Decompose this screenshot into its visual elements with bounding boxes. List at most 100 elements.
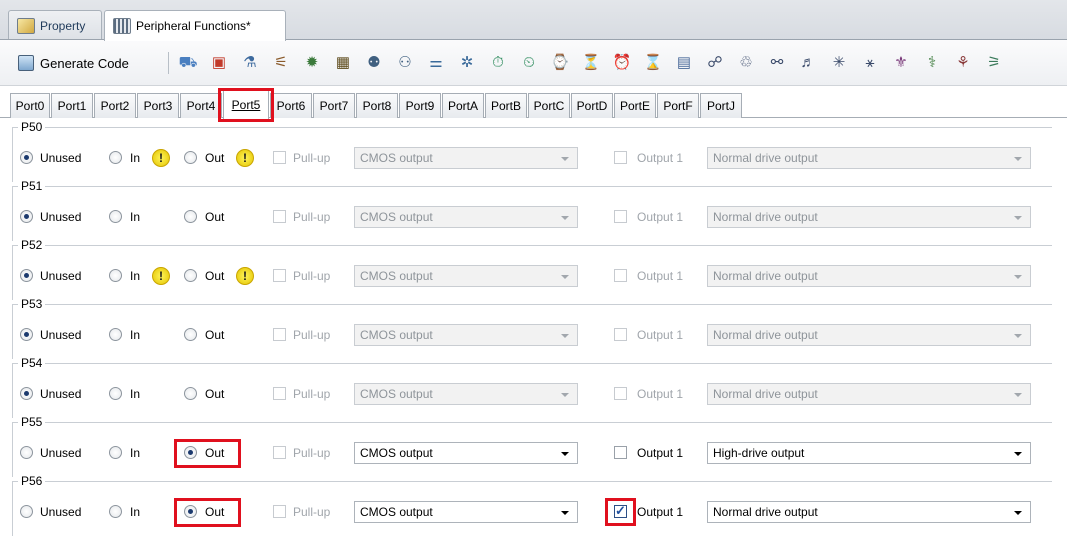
dsp-icon[interactable]: ⚞ — [984, 52, 1004, 72]
radio-in[interactable] — [109, 328, 122, 341]
timer-b-icon[interactable]: ⏲ — [519, 52, 539, 72]
radio-out[interactable] — [184, 505, 197, 518]
rtc-icon[interactable]: ▤ — [674, 52, 694, 72]
tab-port6[interactable]: Port6 — [270, 93, 312, 118]
tab-port1[interactable]: Port1 — [51, 93, 93, 118]
radio-in-label: In — [130, 269, 141, 283]
radio-in[interactable] — [109, 387, 122, 400]
output-type-select[interactable]: CMOS output — [354, 147, 578, 169]
port-icon[interactable]: ⚉ — [364, 52, 384, 72]
tab-port7[interactable]: Port7 — [313, 93, 355, 118]
timer-icon[interactable]: ⏱ — [488, 52, 508, 72]
output1-checkbox[interactable] — [614, 151, 627, 164]
pullup-checkbox[interactable] — [273, 269, 286, 282]
output1-checkbox[interactable] — [614, 446, 627, 459]
spi-icon[interactable]: ✳ — [829, 52, 849, 72]
radio-unused[interactable] — [20, 210, 33, 223]
pullup-checkbox[interactable] — [273, 387, 286, 400]
radio-unused[interactable] — [20, 328, 33, 341]
radio-unused[interactable] — [20, 269, 33, 282]
crc-icon[interactable]: ⚘ — [953, 52, 973, 72]
radio-unused[interactable] — [20, 505, 33, 518]
output1-checkbox[interactable] — [614, 328, 627, 341]
interrupt-icon[interactable]: ⚟ — [271, 52, 291, 72]
cgc-icon[interactable]: ⛟ — [178, 52, 198, 72]
timer-d-icon[interactable]: ⏳ — [581, 52, 601, 72]
tab-port2[interactable]: Port2 — [94, 93, 136, 118]
output-type-select[interactable]: CMOS output — [354, 501, 578, 523]
tab-port9[interactable]: Port9 — [399, 93, 441, 118]
timer-e-icon[interactable]: ⏰ — [612, 52, 632, 72]
output-type-select[interactable]: CMOS output — [354, 206, 578, 228]
output-type-select[interactable]: CMOS output — [354, 265, 578, 287]
io-icon[interactable]: ⚌ — [426, 52, 446, 72]
output1-checkbox[interactable] — [614, 387, 627, 400]
radio-out[interactable] — [184, 151, 197, 164]
radio-out[interactable] — [184, 446, 197, 459]
pullup-checkbox[interactable] — [273, 151, 286, 164]
i2c-b-icon[interactable]: ⚹ — [860, 52, 880, 72]
output-type-value: CMOS output — [360, 210, 433, 224]
tab-peripheral-functions[interactable]: Peripheral Functions* — [104, 10, 286, 41]
output-type-select[interactable]: CMOS output — [354, 324, 578, 346]
tab-porta[interactable]: PortA — [442, 93, 484, 118]
radio-unused[interactable] — [20, 151, 33, 164]
drive-select[interactable]: Normal drive output — [707, 147, 1031, 169]
drive-select[interactable]: Normal drive output — [707, 501, 1031, 523]
voltage-detect-icon[interactable]: ▣ — [209, 52, 229, 72]
dac-icon[interactable]: ⚕ — [922, 52, 942, 72]
port-b-icon[interactable]: ⚇ — [395, 52, 415, 72]
generate-code-button[interactable]: Generate Code — [18, 52, 129, 74]
tab-property[interactable]: Property — [8, 10, 102, 40]
radio-out[interactable] — [184, 269, 197, 282]
output1-checkbox[interactable] — [614, 210, 627, 223]
drive-select[interactable]: Normal drive output — [707, 206, 1031, 228]
dtc-icon[interactable]: ✹ — [302, 52, 322, 72]
clock-icon[interactable]: ⚗ — [240, 52, 260, 72]
tab-portc[interactable]: PortC — [528, 93, 570, 118]
drive-select[interactable]: Normal drive output — [707, 383, 1031, 405]
radio-in[interactable] — [109, 210, 122, 223]
drive-select[interactable]: Normal drive output — [707, 265, 1031, 287]
radio-in[interactable] — [109, 505, 122, 518]
timer-f-icon[interactable]: ⌛ — [643, 52, 663, 72]
tab-porte[interactable]: PortE — [614, 93, 656, 118]
tab-port3[interactable]: Port3 — [137, 93, 179, 118]
drive-select[interactable]: Normal drive output — [707, 324, 1031, 346]
sci-icon[interactable]: ♲ — [736, 52, 756, 72]
radio-unused[interactable] — [20, 387, 33, 400]
chip-icon[interactable]: ▦ — [333, 52, 353, 72]
tab-portb[interactable]: PortB — [485, 93, 527, 118]
output-type-select[interactable]: CMOS output — [354, 442, 578, 464]
tab-port8[interactable]: Port8 — [356, 93, 398, 118]
tab-port5[interactable]: Port5 — [223, 90, 269, 119]
pullup-checkbox[interactable] — [273, 210, 286, 223]
pullup-checkbox[interactable] — [273, 328, 286, 341]
output1-checkbox[interactable] — [614, 269, 627, 282]
pullup-checkbox[interactable] — [273, 505, 286, 518]
drive-select[interactable]: High-drive output — [707, 442, 1031, 464]
radio-in[interactable] — [109, 151, 122, 164]
wdt-icon[interactable]: ☍ — [705, 52, 725, 72]
radio-out[interactable] — [184, 387, 197, 400]
tab-portf[interactable]: PortF — [657, 93, 699, 118]
radio-in[interactable] — [109, 269, 122, 282]
output-type-select[interactable]: CMOS output — [354, 383, 578, 405]
i2c-icon[interactable]: ♬ — [798, 52, 818, 72]
output1-checkbox[interactable] — [614, 503, 627, 519]
adc-icon[interactable]: ⚜ — [891, 52, 911, 72]
radio-out[interactable] — [184, 328, 197, 341]
radio-out[interactable] — [184, 210, 197, 223]
group-frame-top — [12, 363, 1052, 364]
tab-port4[interactable]: Port4 — [180, 93, 222, 118]
radio-in[interactable] — [109, 446, 122, 459]
pin-icon[interactable]: ✲ — [457, 52, 477, 72]
pullup-label: Pull-up — [293, 446, 331, 460]
radio-unused[interactable] — [20, 446, 33, 459]
pullup-checkbox[interactable] — [273, 446, 286, 459]
tab-portd[interactable]: PortD — [571, 93, 613, 118]
sci-b-icon[interactable]: ⚯ — [767, 52, 787, 72]
timer-c-icon[interactable]: ⌚ — [550, 52, 570, 72]
tab-port0[interactable]: Port0 — [10, 93, 50, 118]
tab-portj[interactable]: PortJ — [700, 93, 742, 118]
